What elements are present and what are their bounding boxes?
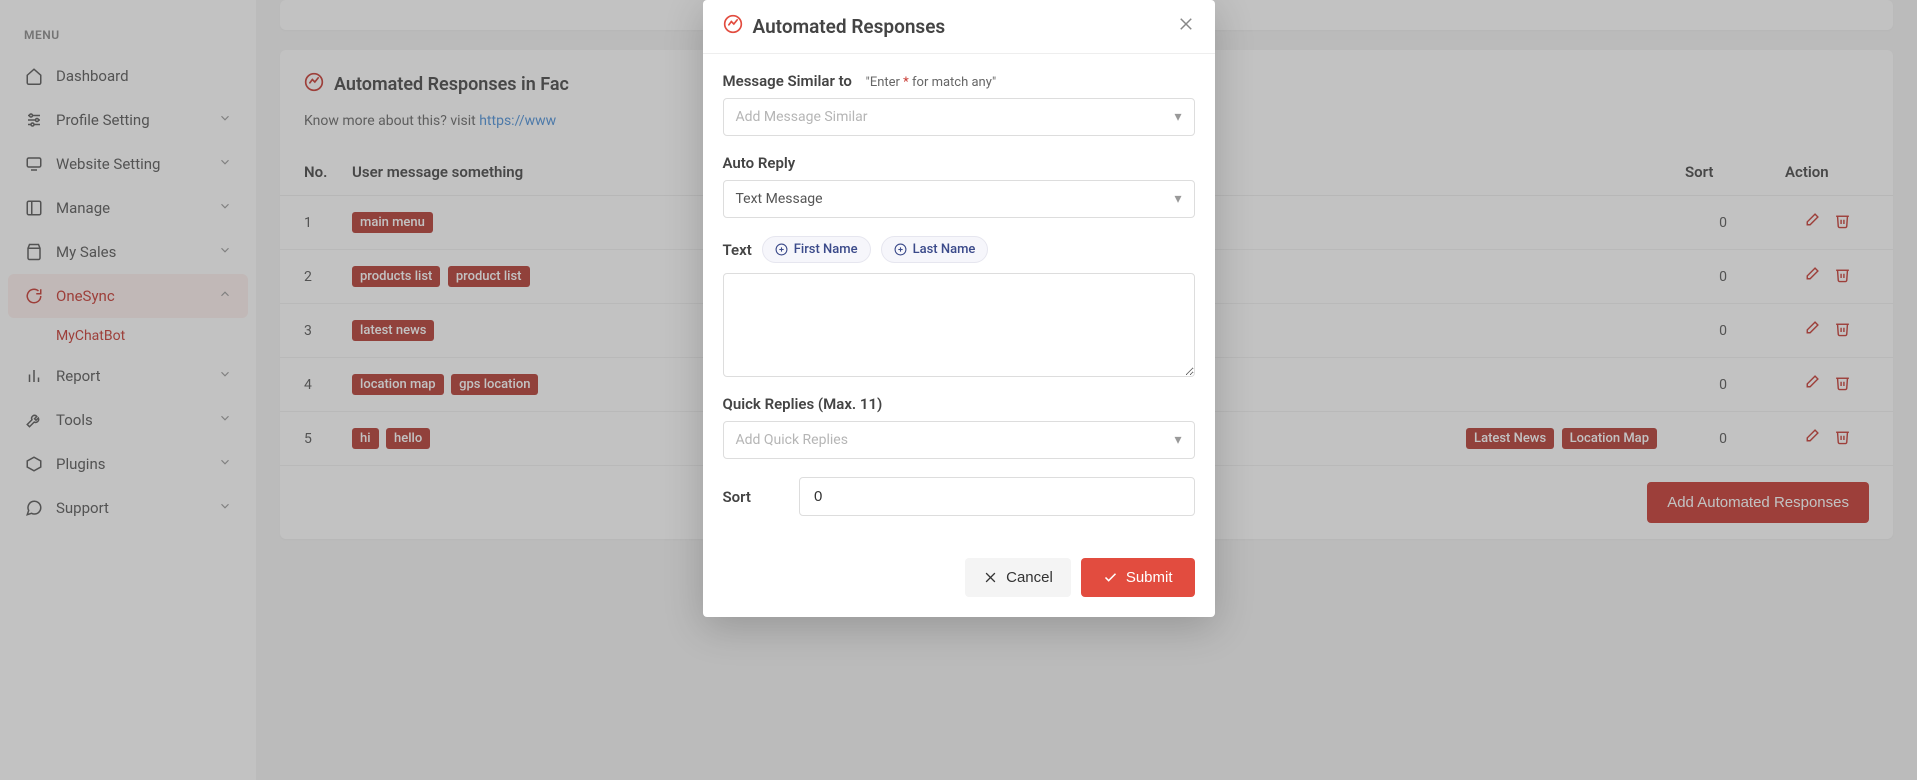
quick-replies-label: Quick Replies (Max. 11): [723, 395, 1195, 413]
msg-similar-select[interactable]: Add Message Similar ▾: [723, 98, 1195, 136]
caret-down-icon: ▾: [1174, 191, 1181, 207]
last-name-chip[interactable]: Last Name: [881, 236, 989, 263]
automated-responses-modal: Automated Responses Message Similar to "…: [703, 0, 1215, 617]
caret-down-icon: ▾: [1174, 432, 1181, 448]
msg-similar-label: Message Similar to "Enter * for match an…: [723, 72, 1195, 90]
sort-input[interactable]: [799, 477, 1195, 516]
close-icon[interactable]: [1177, 15, 1195, 38]
modal-title: Automated Responses: [753, 15, 946, 38]
first-name-chip[interactable]: First Name: [762, 236, 871, 263]
modal-overlay: Automated Responses Message Similar to "…: [0, 0, 1917, 780]
quick-replies-select[interactable]: Add Quick Replies ▾: [723, 421, 1195, 459]
messenger-icon: [723, 14, 743, 39]
auto-reply-label: Auto Reply: [723, 154, 1195, 172]
text-textarea[interactable]: [723, 273, 1195, 377]
text-label: Text: [723, 241, 752, 259]
caret-down-icon: ▾: [1174, 109, 1181, 125]
cancel-button[interactable]: Cancel: [965, 558, 1071, 597]
sort-label: Sort: [723, 488, 751, 506]
submit-button[interactable]: Submit: [1081, 558, 1195, 597]
auto-reply-select[interactable]: Text Message ▾: [723, 180, 1195, 218]
